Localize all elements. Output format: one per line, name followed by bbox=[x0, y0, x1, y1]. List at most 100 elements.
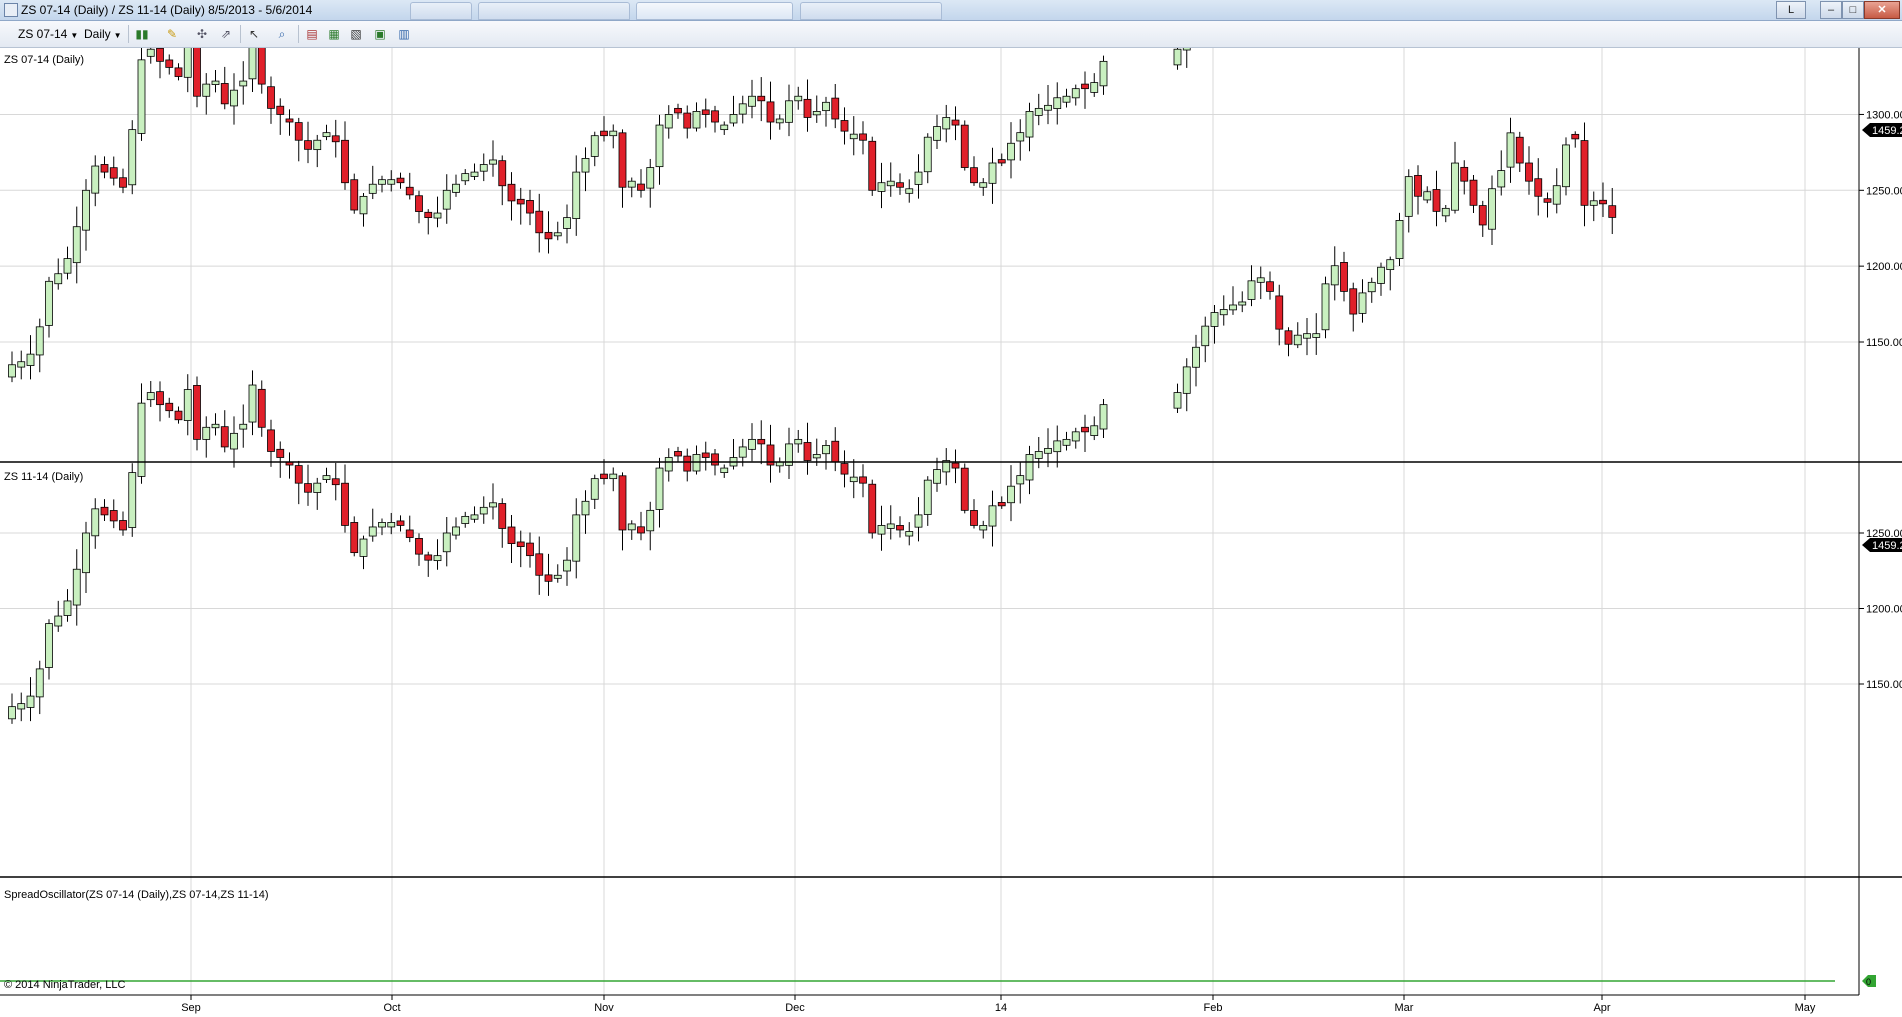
zoom-icon[interactable]: ⌕ bbox=[274, 26, 290, 42]
candle-up bbox=[368, 183, 377, 194]
candle-up bbox=[479, 164, 488, 172]
candlestick-icon[interactable]: ▮▮ bbox=[134, 26, 150, 42]
x-tick-label: 14 bbox=[995, 1002, 1007, 1014]
crosshair-icon[interactable]: ✣ bbox=[194, 26, 210, 42]
price-panel-zs-07-14[interactable] bbox=[8, 48, 1616, 383]
candle-up bbox=[1256, 277, 1265, 283]
background-window-tab[interactable] bbox=[800, 2, 942, 20]
candle-up bbox=[748, 438, 756, 450]
candle-up bbox=[1377, 266, 1385, 284]
candle-up bbox=[581, 158, 590, 173]
candle-up bbox=[1016, 132, 1025, 142]
candle-up bbox=[1062, 438, 1071, 446]
candle-up bbox=[17, 361, 26, 368]
maximize-button[interactable]: □ bbox=[1842, 1, 1864, 19]
period-selector[interactable]: Daily ▼ bbox=[84, 27, 122, 41]
candle-down bbox=[174, 410, 183, 421]
candle-down bbox=[1580, 140, 1589, 206]
last-price-marker-zs-11-14: 1459.2 bbox=[1862, 538, 1902, 552]
title-bar: ZS 07-14 (Daily) / ZS 11-14 (Daily) 8/5/… bbox=[0, 0, 1902, 21]
chart-canvas[interactable]: ZS 07-14 (Daily) ZS 11-14 (Daily) Spread… bbox=[0, 48, 1902, 1017]
candle-up bbox=[1552, 185, 1561, 205]
time-axis[interactable]: Sep Oct Nov Dec 14 Feb Mar Apr May bbox=[181, 995, 1816, 1014]
candle-up bbox=[359, 195, 368, 215]
price-axis-zs-07-14[interactable]: 1150.00 1200.00 1250.00 1300.00 bbox=[1859, 109, 1902, 349]
restore-button[interactable]: L bbox=[1776, 1, 1806, 19]
strategies-icon[interactable]: ▦ bbox=[326, 26, 342, 42]
candle-down bbox=[544, 574, 553, 582]
candle-up bbox=[1099, 404, 1108, 430]
candle-up bbox=[1182, 48, 1191, 51]
price-axis-zs-11-14[interactable]: 1150.001200.001250.00 bbox=[1859, 528, 1902, 691]
background-window-tab[interactable] bbox=[636, 2, 793, 20]
pencil-icon[interactable]: ✎ bbox=[164, 26, 180, 42]
candle-up bbox=[313, 139, 322, 151]
candle-up bbox=[322, 132, 331, 138]
indicators-icon[interactable]: ▤ bbox=[304, 26, 320, 42]
candle-up bbox=[905, 531, 914, 537]
candle-up bbox=[933, 469, 941, 484]
candle-down bbox=[711, 110, 719, 123]
candle-up bbox=[590, 135, 599, 157]
close-button[interactable]: ✕ bbox=[1864, 1, 1900, 19]
candle-down bbox=[711, 453, 719, 466]
candle-up bbox=[82, 532, 90, 574]
candle-up bbox=[664, 457, 673, 472]
candle-up bbox=[1053, 440, 1062, 453]
candle-down bbox=[683, 455, 692, 472]
instrument-selector[interactable]: ZS 07-14 ▼ bbox=[18, 27, 78, 41]
candle-down bbox=[350, 522, 359, 554]
candle-down bbox=[803, 98, 812, 118]
candle-down bbox=[285, 118, 294, 123]
candle-up bbox=[313, 482, 322, 493]
panel-label-zs-07-14: ZS 07-14 (Daily) bbox=[4, 54, 84, 66]
template-icon[interactable]: ▥ bbox=[396, 26, 412, 42]
candle-up bbox=[655, 124, 664, 168]
minimize-button[interactable]: – bbox=[1820, 1, 1842, 19]
pointer-icon[interactable]: ⇗ bbox=[218, 26, 234, 42]
chart-properties-icon[interactable]: ▧ bbox=[348, 26, 364, 42]
candle-down bbox=[1543, 198, 1552, 203]
candle-up bbox=[1210, 312, 1219, 327]
candle-down bbox=[1525, 162, 1533, 182]
candle-up bbox=[553, 232, 562, 237]
background-window-tab[interactable] bbox=[410, 2, 472, 20]
candle-up bbox=[1404, 176, 1413, 217]
x-tick-label: Mar bbox=[1395, 1002, 1414, 1014]
candle-down bbox=[100, 506, 109, 516]
background-window-tab[interactable] bbox=[478, 2, 630, 20]
candle-up bbox=[923, 479, 932, 515]
candle-up bbox=[1303, 333, 1311, 339]
candle-down bbox=[331, 135, 340, 143]
candle-up bbox=[72, 568, 81, 606]
candle-up bbox=[230, 432, 238, 450]
x-tick-label: May bbox=[1795, 1002, 1816, 1014]
candle-up bbox=[1071, 88, 1080, 99]
candle-up bbox=[627, 180, 636, 188]
candle-up bbox=[146, 392, 155, 401]
candle-down bbox=[220, 83, 229, 105]
candle-down bbox=[350, 179, 359, 211]
candle-down bbox=[276, 448, 285, 458]
toolbar-divider bbox=[298, 25, 299, 43]
candle-down bbox=[267, 429, 275, 452]
candle-down bbox=[831, 97, 840, 120]
candle-down bbox=[294, 122, 303, 141]
candle-up bbox=[1238, 301, 1247, 306]
panel-label-oscillator: SpreadOscillator(ZS 07-14 (Daily),ZS 07-… bbox=[4, 889, 269, 901]
price-panel-zs-11-14[interactable] bbox=[8, 117, 1617, 724]
candle-up bbox=[1247, 280, 1256, 300]
candle-up bbox=[54, 273, 63, 285]
candle-down bbox=[405, 186, 414, 196]
candle-down bbox=[516, 198, 525, 205]
candle-up bbox=[1007, 485, 1015, 504]
data-box-icon[interactable]: ▣ bbox=[372, 26, 388, 42]
candle-down bbox=[294, 465, 303, 484]
candle-up bbox=[442, 532, 451, 553]
candle-up bbox=[26, 695, 35, 708]
candle-up bbox=[452, 183, 460, 193]
cursor-icon[interactable]: ↖ bbox=[246, 26, 262, 42]
candle-up bbox=[738, 103, 747, 115]
candle-up bbox=[646, 167, 655, 189]
candle-up bbox=[433, 212, 442, 219]
